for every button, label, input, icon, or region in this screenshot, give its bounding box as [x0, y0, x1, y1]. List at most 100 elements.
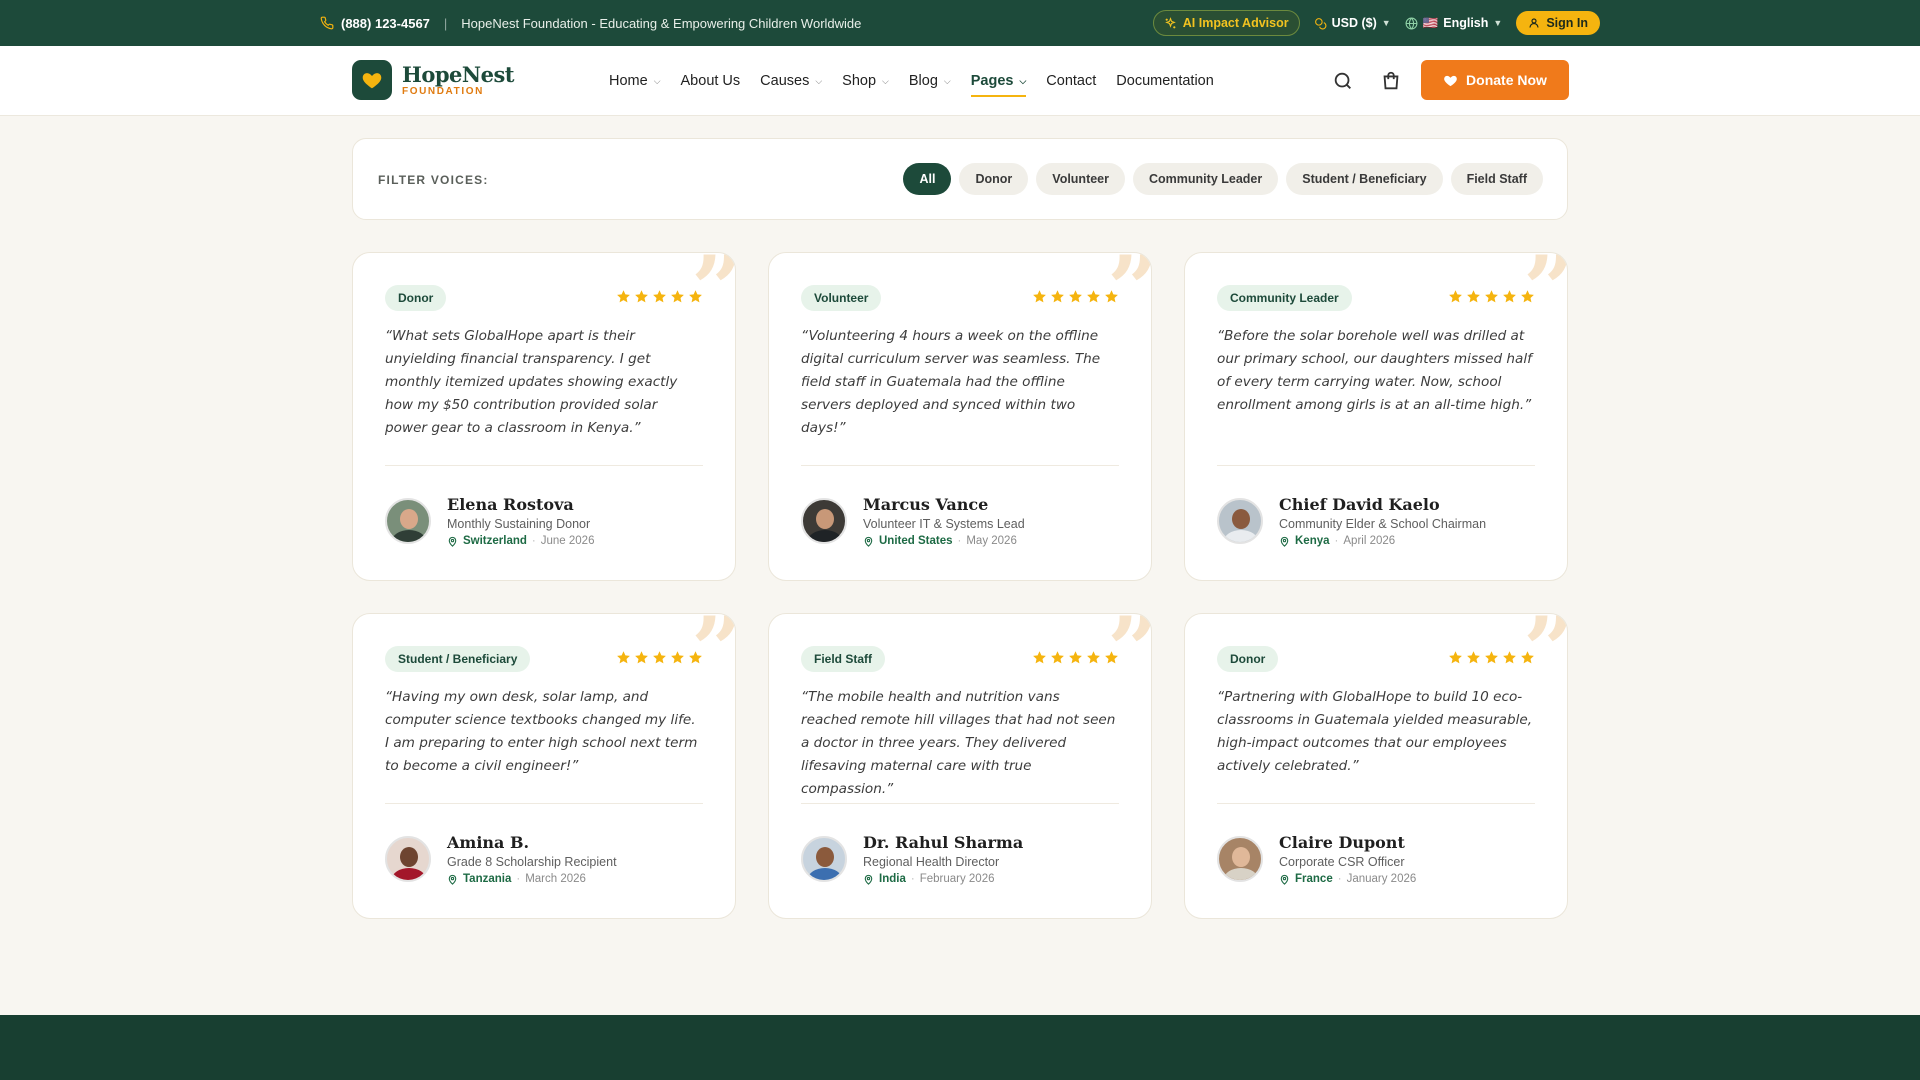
nav-item-pages[interactable]: Pages ⌵ [970, 69, 1026, 97]
testimonial-card: ” Donor “What sets GlobalHope apart is t… [352, 252, 736, 581]
star-icon [1521, 290, 1534, 303]
star-icon [689, 290, 702, 303]
search-icon[interactable] [1332, 70, 1354, 92]
nav-label: Home [609, 73, 648, 89]
star-rating [1032, 289, 1119, 304]
coins-icon [1314, 17, 1326, 29]
heart-logo-icon [352, 60, 392, 100]
person-name: Chief David Kaelo [1279, 495, 1440, 514]
filter-chip-field-staff[interactable]: Field Staff [1450, 163, 1543, 195]
meta-separator: · [1334, 535, 1339, 547]
main-header: HopeNest FOUNDATION Home ⌵ About Us Cause… [0, 46, 1920, 116]
person-location: United States [879, 535, 953, 547]
role-tag: Community Leader [1217, 285, 1352, 311]
sparkle-icon [1164, 16, 1176, 28]
nav-item-about-us[interactable]: About Us [681, 69, 741, 93]
star-icon [1449, 651, 1462, 664]
phone-number: (888) 123-4567 [341, 15, 430, 31]
star-rating [1448, 650, 1535, 665]
person-location: Tanzania [463, 873, 512, 885]
ai-impact-advisor-button[interactable]: AI Impact Advisor [1152, 10, 1300, 36]
person-location: France [1295, 873, 1333, 885]
star-icon [653, 290, 666, 303]
topbar-divider: | [443, 15, 448, 31]
avatar [385, 498, 431, 544]
testimonial-date: May 2026 [966, 535, 1017, 547]
star-icon [635, 290, 648, 303]
role-tag: Donor [385, 285, 447, 311]
testimonial-quote: “Volunteering 4 hours a week on the offl… [801, 328, 1101, 436]
card-divider [1217, 803, 1535, 804]
chevron-down-icon: ⌵ [653, 75, 661, 86]
filter-chip-all[interactable]: All [903, 163, 952, 195]
chevron-down-icon: ▼ [1381, 18, 1391, 28]
shopping-bag-icon[interactable] [1380, 70, 1402, 92]
nav-item-documentation[interactable]: Documentation [1116, 69, 1214, 93]
location-pin-icon [1280, 536, 1289, 547]
top-bar: (888) 123-4567 | HopeNest Foundation - E… [0, 0, 1920, 46]
nav-item-causes[interactable]: Causes ⌵ [760, 69, 822, 93]
testimonial-date: February 2026 [919, 873, 995, 885]
phone-link[interactable]: (888) 123-4567 [320, 16, 430, 31]
filter-chip-student-beneficiary[interactable]: Student / Beneficiary [1286, 163, 1443, 195]
person-role: Monthly Sustaining Donor [447, 517, 591, 531]
nav-item-blog[interactable]: Blog ⌵ [909, 69, 951, 93]
star-icon [689, 651, 702, 664]
heart-icon [1444, 75, 1457, 86]
location-pin-icon [864, 874, 873, 885]
star-icon [1503, 651, 1516, 664]
star-icon [617, 290, 630, 303]
location-pin-icon [448, 874, 457, 885]
star-icon [1521, 651, 1534, 664]
star-icon [671, 651, 684, 664]
nav-label: Documentation [1116, 73, 1214, 89]
testimonial-card: ” Volunteer “Volunteering 4 hours a week… [768, 252, 1152, 581]
star-rating [1032, 650, 1119, 665]
star-icon [1051, 651, 1064, 664]
testimonial-quote: “What sets GlobalHope apart is their uny… [385, 328, 678, 436]
donate-now-button[interactable]: Donate Now [1421, 60, 1569, 100]
avatar [385, 836, 431, 882]
star-icon [1033, 651, 1046, 664]
person-location: Kenya [1295, 535, 1330, 547]
logo[interactable]: HopeNest FOUNDATION [352, 60, 514, 100]
language-selector[interactable]: 🇺🇸 English ▼ [1405, 16, 1502, 31]
nav-label: Causes [760, 73, 810, 89]
testimonial-date: June 2026 [540, 535, 595, 547]
avatar [801, 836, 847, 882]
meta-separator: · [531, 535, 536, 547]
star-icon [1485, 290, 1498, 303]
person-role: Grade 8 Scholarship Recipient [447, 855, 617, 869]
donate-label: Donate Now [1466, 72, 1547, 88]
filter-chip-volunteer[interactable]: Volunteer [1036, 163, 1126, 195]
nav-item-shop[interactable]: Shop ⌵ [842, 69, 889, 93]
star-icon [1449, 290, 1462, 303]
nav-item-contact[interactable]: Contact [1046, 69, 1096, 93]
person-name: Claire Dupont [1279, 833, 1405, 852]
testimonial-card: ” Field Staff “The mobile health and nut… [768, 613, 1152, 919]
nav-item-home[interactable]: Home ⌵ [609, 69, 661, 93]
chevron-down-icon: ⌵ [943, 75, 951, 86]
role-tag: Volunteer [801, 285, 882, 311]
logo-name: HopeNest [402, 61, 514, 87]
star-icon [1467, 290, 1480, 303]
testimonial-quote: “Having my own desk, solar lamp, and com… [385, 689, 698, 774]
person-role: Corporate CSR Officer [1279, 855, 1405, 869]
filter-chip-donor[interactable]: Donor [959, 163, 1029, 195]
testimonial-card: ” Donor “Partnering with GlobalHope to b… [1184, 613, 1568, 919]
person-name: Elena Rostova [447, 495, 574, 514]
chevron-down-icon: ⌵ [815, 75, 823, 86]
ai-advisor-label: AI Impact Advisor [1182, 16, 1289, 30]
nav-label: Contact [1046, 73, 1097, 89]
star-icon [671, 290, 684, 303]
star-rating [616, 289, 703, 304]
footer [0, 1015, 1920, 1080]
testimonial-date: March 2026 [525, 873, 586, 885]
star-rating [1448, 289, 1535, 304]
testimonial-quote: “The mobile health and nutrition vans re… [801, 689, 1116, 797]
filter-chip-community-leader[interactable]: Community Leader [1133, 163, 1279, 195]
currency-selector[interactable]: USD ($) ▼ [1314, 16, 1391, 30]
avatar [1217, 836, 1263, 882]
sign-in-button[interactable]: Sign In [1516, 11, 1600, 35]
user-icon [1529, 18, 1539, 28]
